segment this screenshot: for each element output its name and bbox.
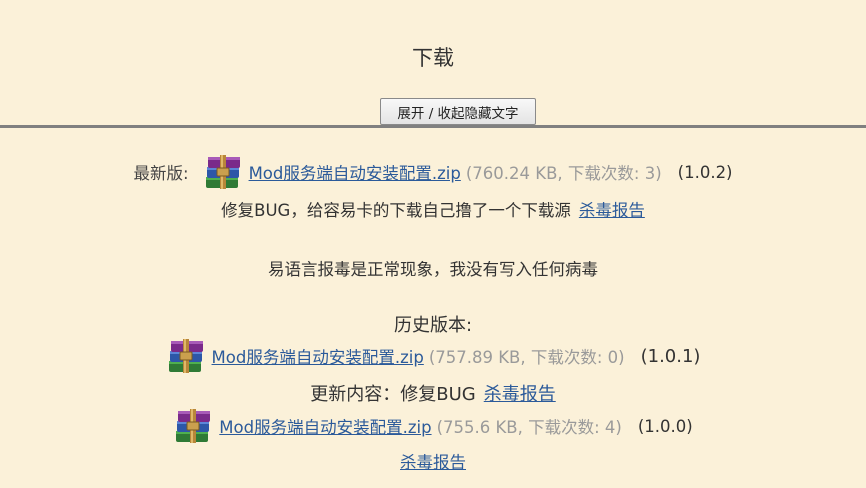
- latest-file-meta: (760.24 KB, 下载次数: 3): [465, 164, 662, 183]
- history-changelog: 更新内容：修复BUG: [310, 384, 476, 405]
- toggle-hidden-text-button[interactable]: 展开 / 收起隐藏文字: [380, 98, 536, 125]
- history-virus-report-link[interactable]: 杀毒报告: [484, 380, 556, 406]
- antivirus-notice: 易语言报毒是正常现象，我没有写入任何病毒: [268, 260, 598, 279]
- history-changelog-row: 更新内容：修复BUG 杀毒报告: [0, 380, 866, 406]
- history-file-meta: (755.6 KB, 下载次数: 4): [436, 418, 622, 437]
- history-file-link[interactable]: Mod服务端自动安装配置.zip: [219, 414, 431, 438]
- latest-note-row: 修复BUG，给容易卡的下载自己撸了一个下载源 杀毒报告: [0, 197, 866, 221]
- latest-note: 修复BUG，给容易卡的下载自己撸了一个下载源: [221, 201, 571, 220]
- history-file-meta: (757.89 KB, 下载次数: 0): [428, 348, 625, 367]
- notice-row: 易语言报毒是正常现象，我没有写入任何病毒: [0, 256, 866, 280]
- history-file-row: Mod服务端自动安装配置.zip (757.89 KB, 下载次数: 0) (1…: [0, 337, 866, 375]
- winrar-archive-icon: [203, 153, 243, 191]
- latest-version: (1.0.2): [677, 162, 733, 182]
- history-file-link[interactable]: Mod服务端自动安装配置.zip: [212, 344, 424, 368]
- divider: [0, 125, 866, 128]
- latest-label: 最新版:: [133, 164, 189, 183]
- history-heading-row: 历史版本:: [0, 311, 866, 337]
- history-virus-report-link[interactable]: 杀毒报告: [400, 449, 466, 473]
- history-label: 历史版本:: [393, 315, 473, 336]
- page-title: 下载: [412, 46, 454, 70]
- history-file-row: Mod服务端自动安装配置.zip (755.6 KB, 下载次数: 4) (1.…: [0, 407, 866, 445]
- winrar-archive-icon: [166, 337, 206, 375]
- history-version: (1.0.0): [637, 416, 693, 436]
- latest-virus-report-link[interactable]: 杀毒报告: [579, 197, 645, 221]
- history-report-row: 杀毒报告: [0, 449, 866, 473]
- latest-file-row: 最新版: Mod服务端自动安装配置.zip (760.24 KB, 下载次数: …: [0, 153, 866, 191]
- latest-file-link[interactable]: Mod服务端自动安装配置.zip: [249, 160, 461, 184]
- winrar-archive-icon: [173, 407, 213, 445]
- history-version: (1.0.1): [640, 345, 701, 367]
